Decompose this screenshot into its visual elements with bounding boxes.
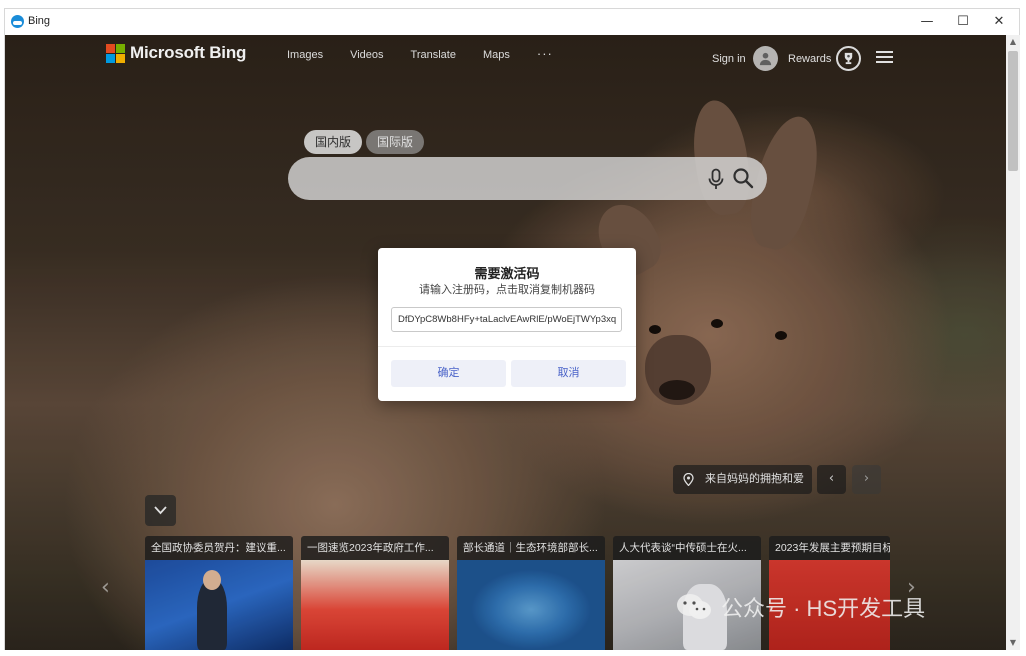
scroll-down-button[interactable]: ▼ [1006,636,1020,650]
close-button[interactable]: ✕ [981,11,1017,33]
browser-window: Bing — ☐ ✕ Microsoft Bing Images Videos … [4,8,1020,650]
confirm-button[interactable]: 确定 [391,360,506,387]
activation-code-field[interactable]: DfDYpC8Wb8HFy+taLaclvEAwRlE/pWoEjTWYp3xq [391,307,622,332]
dialog-subtitle: 请输入注册码，点击取消复制机器码 [419,284,595,296]
scroll-thumb[interactable] [1008,51,1018,171]
dialog-title: 需要激活码 [474,266,540,281]
vertical-scrollbar[interactable]: ▲ ▼ [1006,35,1020,650]
minimize-button[interactable]: — [909,11,945,33]
bing-homepage: Microsoft Bing Images Videos Translate M… [5,35,1006,650]
title-bar: Bing — ☐ ✕ [5,9,1019,35]
cancel-button[interactable]: 取消 [511,360,626,387]
window-title: Bing [28,15,51,27]
bing-app-icon [11,15,24,28]
scroll-up-button[interactable]: ▲ [1006,35,1020,49]
activation-dialog: 需要激活码 请输入注册码，点击取消复制机器码 DfDYpC8Wb8HFy+taL… [378,248,636,401]
dialog-divider [378,346,636,347]
maximize-button[interactable]: ☐ [945,11,981,33]
